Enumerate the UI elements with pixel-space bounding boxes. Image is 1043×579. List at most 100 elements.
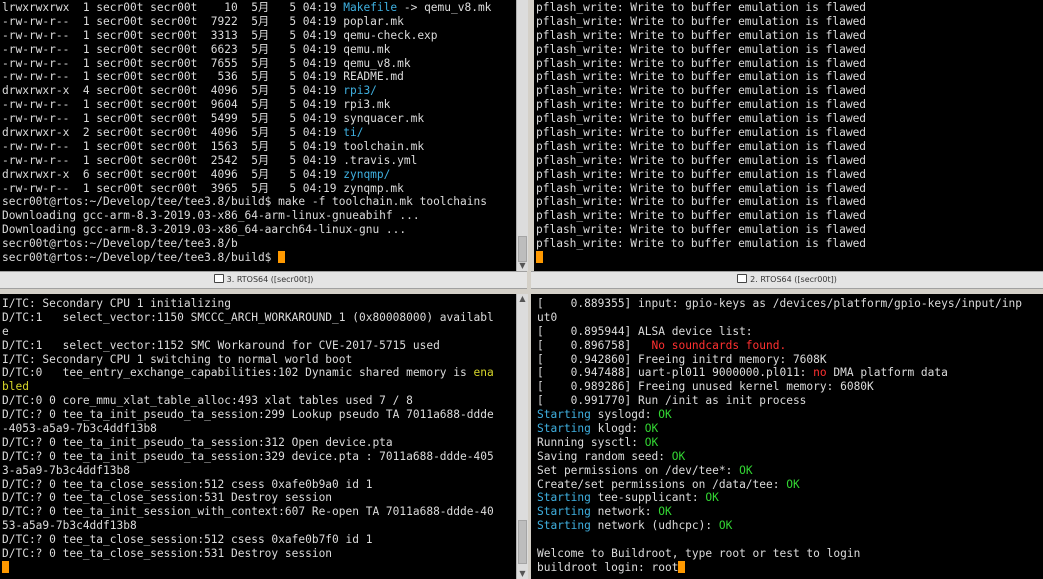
terminal-text: secr00t@rtos:~/Develop/tee/tee3.8/build$… xyxy=(2,195,487,209)
terminal-output: pflash_write: Write to buffer emulation … xyxy=(536,1,866,265)
terminal-line: D/TC:? 0 tee_ta_close_session:531 Destro… xyxy=(2,547,494,561)
terminal-line: D/TC:1 select_vector:1152 SMC Workaround… xyxy=(2,339,494,353)
terminal-output: [ 0.889355] input: gpio-keys as /devices… xyxy=(537,297,1022,575)
terminal-line: pflash_write: Write to buffer emulation … xyxy=(536,237,866,251)
terminal-text: klogd: xyxy=(590,422,645,436)
terminal-text: pflash_write: Write to buffer emulation … xyxy=(536,181,867,195)
terminal-text: D/TC:0 0 core_mmu_xlat_table_alloc:493 x… xyxy=(2,394,413,408)
terminal-text: drwxrwxr-x 2 secr00t secr00t 4096 5月 5 0… xyxy=(2,126,344,140)
terminal-text: I/TC: Secondary CPU 1 initializing xyxy=(2,297,232,310)
terminal-line: Starting network: OK xyxy=(537,505,1022,519)
terminal-text: D/TC:1 select_vector:1152 SMC Workaround… xyxy=(2,338,440,352)
terminal-text: Welcome to Buildroot, type root or test … xyxy=(537,547,861,561)
terminal-line: Set permissions on /dev/tee*: OK xyxy=(537,464,1022,478)
terminal-pane-top-left[interactable]: lrwxrwxrwx 1 secr00t secr00t 10 5月 5 04:… xyxy=(0,0,516,271)
terminal-text: Starting xyxy=(537,408,591,422)
terminal-text: No soundcards found. xyxy=(651,338,787,352)
terminal-text: Downloading gcc-arm-8.3-2019.03-x86_64-a… xyxy=(2,209,420,223)
terminal-line: D/TC:? 0 tee_ta_init_pseudo_ta_session:3… xyxy=(2,450,494,464)
scroll-down-icon[interactable]: ▼ xyxy=(517,569,528,579)
terminal-cursor xyxy=(536,251,543,264)
terminal-line xyxy=(2,560,494,575)
terminal-line: Create/set permissions on /data/tee: OK xyxy=(537,478,1022,492)
terminal-text: D/TC:? 0 tee_ta_init_session_with_contex… xyxy=(2,505,494,519)
terminal-line: secr00t@rtos:~/Develop/tee/tee3.8/b xyxy=(2,237,491,251)
terminal-line: drwxrwxr-x 2 secr00t secr00t 4096 5月 5 0… xyxy=(2,126,491,140)
terminal-output: lrwxrwxrwx 1 secr00t secr00t 10 5月 5 04:… xyxy=(2,1,491,265)
terminal-pane-bottom-right[interactable]: [ 0.889355] input: gpio-keys as /devices… xyxy=(531,294,1043,579)
terminal-line: D/TC:? 0 tee_ta_close_session:512 csess … xyxy=(2,478,494,492)
terminal-text: ti/ xyxy=(343,126,364,140)
terminal-line: 3-a5a9-7b3c4ddf13b8 xyxy=(2,464,494,478)
terminal-line: pflash_write: Write to buffer emulation … xyxy=(536,154,866,168)
terminal-text: Set permissions on /dev/tee*: xyxy=(537,463,740,477)
terminal-text: bled xyxy=(2,380,29,394)
terminal-text: D/TC:1 select_vector:1150 SMCCC_ARCH_WOR… xyxy=(2,310,494,324)
terminal-text: [ 0.942860] Freeing initrd memory: 7608K xyxy=(537,352,827,366)
terminal-line: bled xyxy=(2,380,494,394)
terminal-line: pflash_write: Write to buffer emulation … xyxy=(536,70,866,84)
terminal-line: secr00t@rtos:~/Develop/tee/tee3.8/build$… xyxy=(2,195,491,209)
terminal-text: D/TC:? 0 tee_ta_init_pseudo_ta_session:2… xyxy=(2,408,494,422)
terminal-text: [ 0.989286] Freeing unused kernel memory… xyxy=(537,380,874,394)
scrollbar-bottom-left[interactable]: ▲ ▼ xyxy=(516,294,528,579)
terminal-text: -rw-rw-r-- 1 secr00t secr00t 6623 5月 5 0… xyxy=(2,42,391,56)
terminal-text: pflash_write: Write to buffer emulation … xyxy=(536,42,867,56)
terminal-line: drwxrwxr-x 6 secr00t secr00t 4096 5月 5 0… xyxy=(2,168,491,182)
terminal-line: Starting tee-supplicant: OK xyxy=(537,491,1022,505)
terminal-line: -rw-rw-r-- 1 secr00t secr00t 3313 5月 5 0… xyxy=(2,29,491,43)
terminal-line: pflash_write: Write to buffer emulation … xyxy=(536,1,866,15)
terminal-text: drwxrwxr-x 4 secr00t secr00t 4096 5月 5 0… xyxy=(2,84,344,98)
terminal-line: pflash_write: Write to buffer emulation … xyxy=(536,140,866,154)
terminal-text: Create/set permissions on /data/tee: xyxy=(537,477,787,491)
terminal-text: D/TC:? 0 tee_ta_close_session:512 csess … xyxy=(2,533,373,547)
terminal-text: -rw-rw-r-- 1 secr00t secr00t 3965 5月 5 0… xyxy=(2,181,404,195)
terminal-text: Saving random seed: xyxy=(537,449,672,463)
scroll-down-icon[interactable]: ▼ xyxy=(517,261,528,271)
terminal-line: pflash_write: Write to buffer emulation … xyxy=(536,126,866,140)
terminal-text: Makefile xyxy=(343,1,398,14)
terminal-text: I/TC: Secondary CPU 1 switching to norma… xyxy=(2,352,353,366)
terminal-line: -rw-rw-r-- 1 secr00t secr00t 5499 5月 5 0… xyxy=(2,112,491,126)
terminal-line: [ 0.896758] No soundcards found. xyxy=(537,339,1022,353)
terminal-text: Starting xyxy=(537,505,591,519)
terminal-line: lrwxrwxrwx 1 secr00t secr00t 10 5月 5 04:… xyxy=(2,1,491,15)
terminal-text: pflash_write: Write to buffer emulation … xyxy=(536,167,867,181)
terminal-pane-top-right[interactable]: pflash_write: Write to buffer emulation … xyxy=(534,0,1043,271)
terminal-text: D/TC:? 0 tee_ta_close_session:512 csess … xyxy=(2,477,373,491)
scrollbar-thumb[interactable] xyxy=(518,520,527,564)
scrollbar-thumb[interactable] xyxy=(518,236,527,262)
terminal-line: Starting klogd: OK xyxy=(537,422,1022,436)
terminal-line: Downloading gcc-arm-8.3-2019.03-x86_64-a… xyxy=(2,209,491,223)
terminal-text: OK xyxy=(658,408,672,422)
terminal-line: e xyxy=(2,325,494,339)
scroll-up-icon[interactable]: ▲ xyxy=(517,294,528,304)
terminal-line: Saving random seed: OK xyxy=(537,450,1022,464)
terminal-line: pflash_write: Write to buffer emulation … xyxy=(536,112,866,126)
terminal-line xyxy=(536,251,866,265)
terminal-text: ut0 xyxy=(537,310,558,324)
terminal-icon xyxy=(213,274,224,283)
terminal-line: D/TC:? 0 tee_ta_init_pseudo_ta_session:2… xyxy=(2,408,494,422)
terminal-line: D/TC:0 0 core_mmu_xlat_table_alloc:493 x… xyxy=(2,394,494,408)
terminal-line: -rw-rw-r-- 1 secr00t secr00t 3965 5月 5 0… xyxy=(2,182,491,196)
terminal-text: ena xyxy=(473,366,494,380)
terminal-text: D/TC:? 0 tee_ta_close_session:531 Destro… xyxy=(2,491,333,505)
terminal-cursor xyxy=(278,251,286,264)
tab-title[interactable]: 3. RTOS64 ([secr00t]) xyxy=(0,272,527,288)
terminal-line: -rw-rw-r-- 1 secr00t secr00t 536 5月 5 04… xyxy=(2,70,491,84)
terminal-line: -rw-rw-r-- 1 secr00t secr00t 2542 5月 5 0… xyxy=(2,154,491,168)
terminal-line: Downloading gcc-arm-8.3-2019.03-x86_64-a… xyxy=(2,223,491,237)
terminal-line: [ 0.889355] input: gpio-keys as /devices… xyxy=(537,297,1022,311)
scrollbar-top-left[interactable]: ▼ xyxy=(516,0,528,271)
terminal-line: ut0 xyxy=(537,311,1022,325)
terminal-text: secr00t@rtos:~/Develop/tee/tee3.8/b xyxy=(2,237,238,251)
terminal-text: pflash_write: Write to buffer emulation … xyxy=(536,195,867,209)
terminal-line: I/TC: Secondary CPU 1 initializing xyxy=(2,297,494,311)
terminal-pane-bottom-left[interactable]: I/TC: Secondary CPU 1 initializing D/TC:1… xyxy=(0,294,516,579)
terminal-icon xyxy=(737,274,748,283)
tab-title[interactable]: 2. RTOS64 ([secr00t]) xyxy=(531,272,1043,288)
terminal-line: pflash_write: Write to buffer emulation … xyxy=(536,168,866,182)
terminal-text: D/TC:? 0 tee_ta_init_pseudo_ta_session:3… xyxy=(2,435,393,449)
